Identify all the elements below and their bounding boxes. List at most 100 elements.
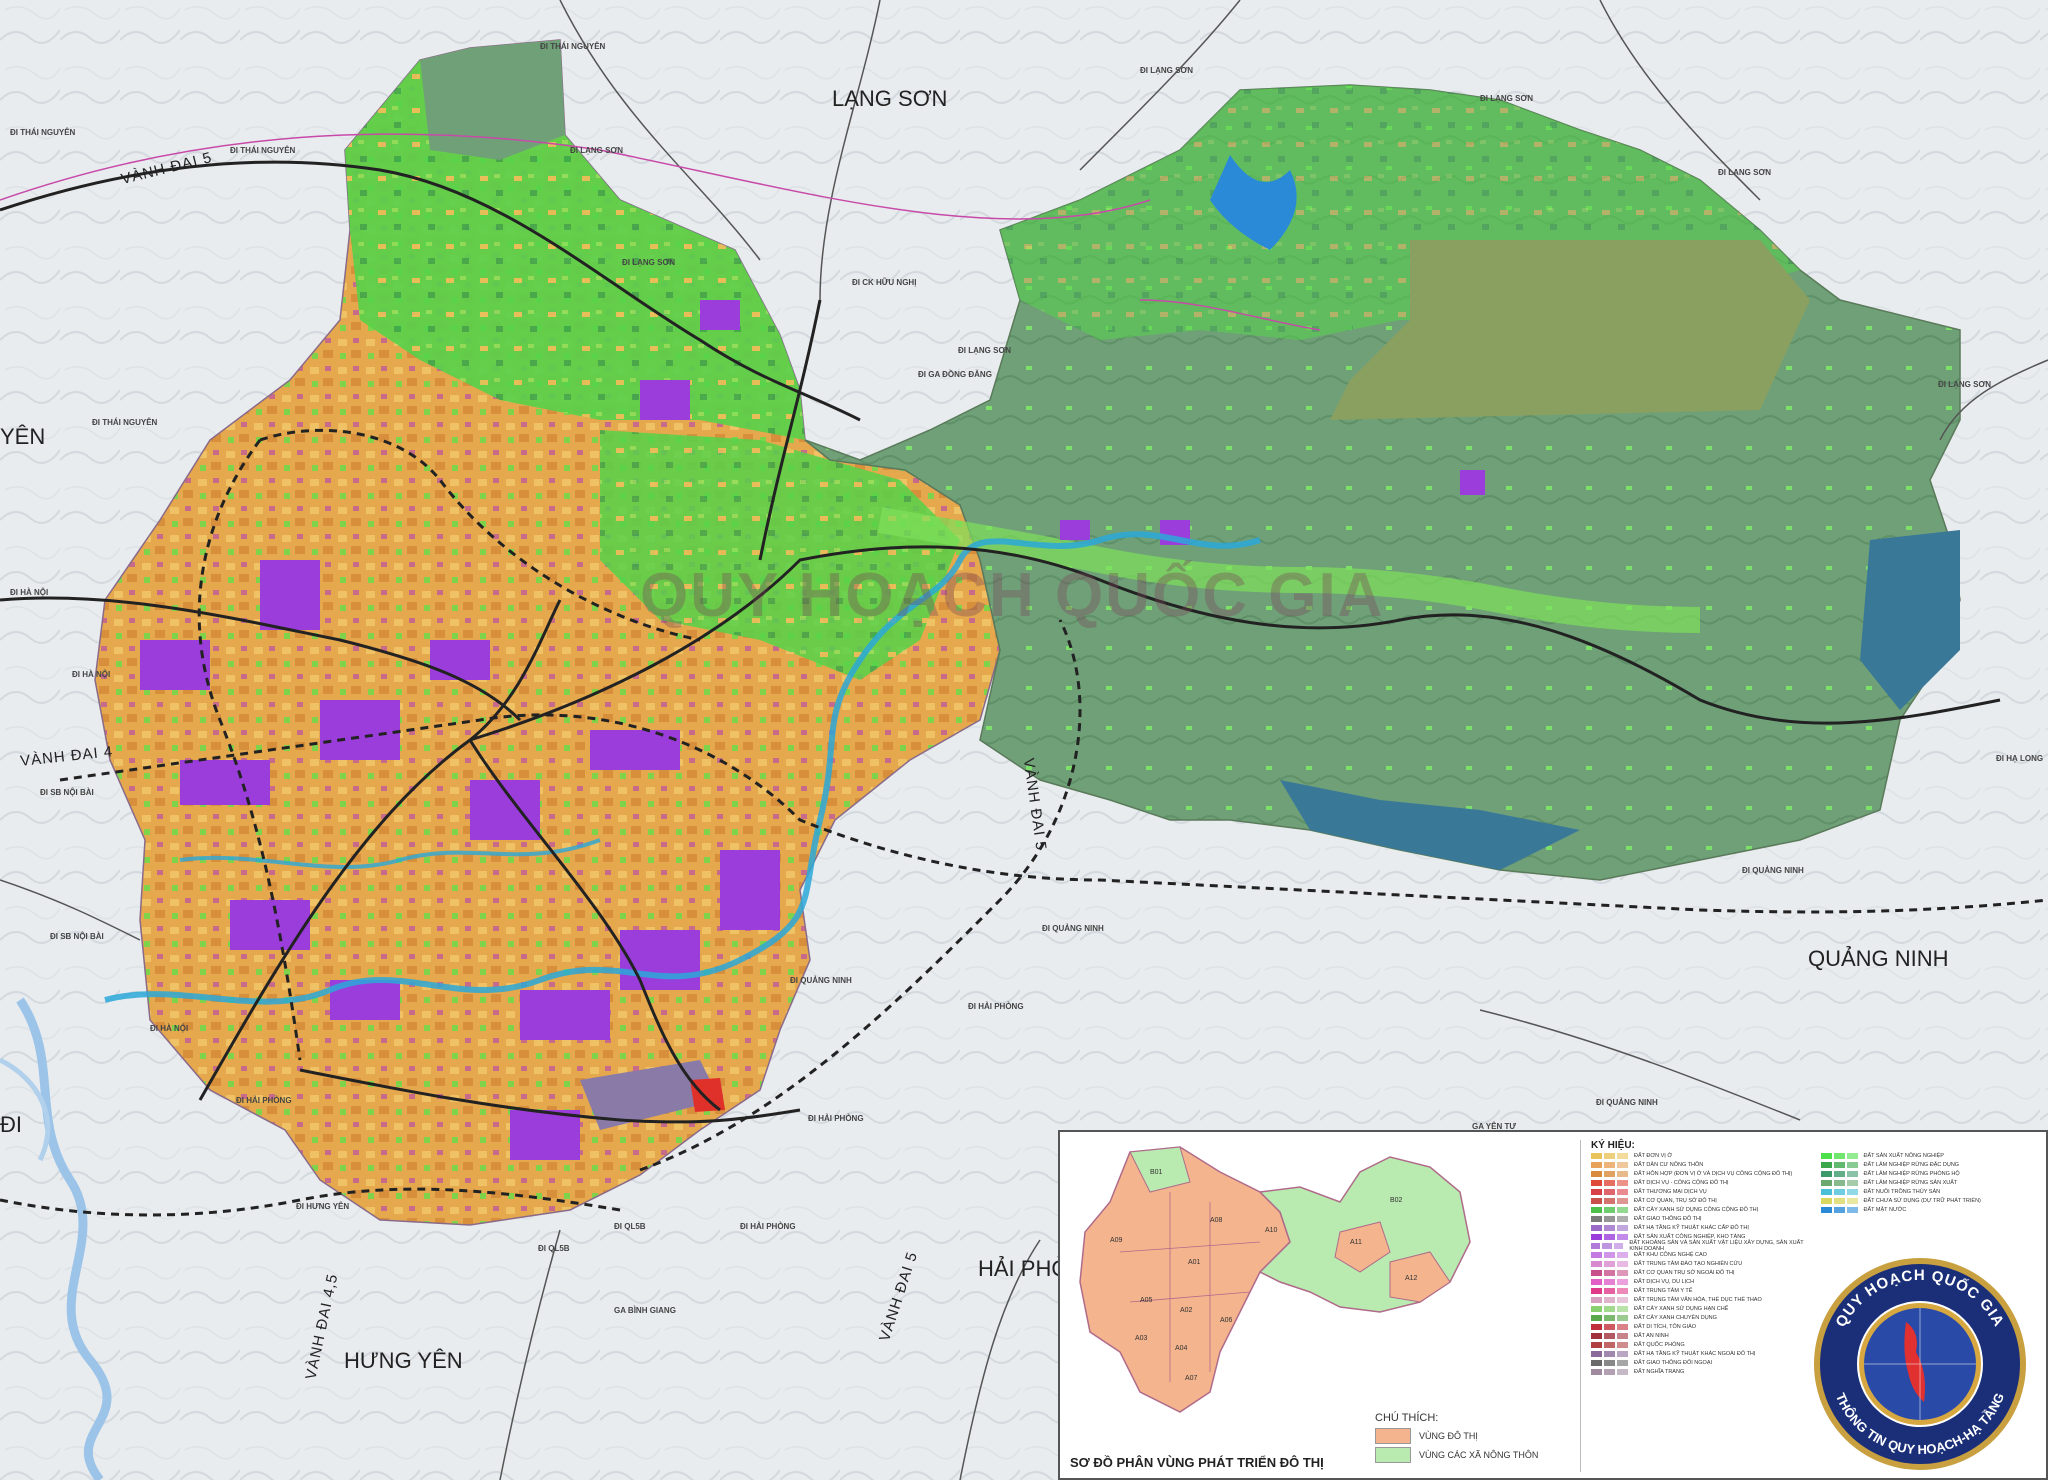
inset-legend-label: VÙNG ĐÔ THỊ — [1419, 1431, 1478, 1441]
legend-swatch — [1846, 1197, 1858, 1204]
inset-legend-label: VÙNG CÁC XÃ NÔNG THÔN — [1419, 1450, 1539, 1460]
legend-swatch — [1617, 1368, 1628, 1375]
legend-swatch — [1591, 1170, 1602, 1177]
legend-swatch — [1591, 1152, 1602, 1159]
legend-label: ĐẤT TRUNG TÂM VĂN HÓA, THỂ DỤC THỂ THAO — [1634, 1296, 1762, 1303]
legend-swatch — [1604, 1170, 1615, 1177]
legend-swatch — [1591, 1179, 1602, 1186]
legend-swatch — [1617, 1233, 1628, 1240]
legend-swatch — [1604, 1233, 1615, 1240]
destination-label: ĐI QUẢNG NINH — [1742, 866, 1804, 875]
urban-zone — [1079, 1146, 1291, 1413]
legend-swatch — [1833, 1188, 1845, 1195]
legend-swatch — [1820, 1161, 1832, 1168]
legend-swatch — [1591, 1161, 1602, 1168]
legend-swatch — [1604, 1305, 1615, 1312]
destination-label: ĐI LẠNG SƠN — [958, 346, 1012, 355]
legend-swatch — [1604, 1179, 1615, 1186]
zone-label: A05 — [1140, 1297, 1153, 1304]
destination-label: GA BÌNH GIANG — [614, 1306, 676, 1315]
destination-label: ĐI LẠNG SƠN — [570, 146, 624, 155]
destination-label: ĐI THÁI NGUYÊN — [10, 128, 76, 137]
legend-label: ĐẤT GIAO THÔNG ĐỐI NGOẠI — [1634, 1359, 1713, 1366]
legend-label: ĐẤT CÂY XANH CHUYÊN DỤNG — [1634, 1314, 1717, 1321]
legend-swatch — [1604, 1161, 1615, 1168]
legend-swatch — [1820, 1206, 1832, 1213]
destination-label: ĐI LẠNG SƠN — [622, 258, 676, 267]
legend-row: ĐẤT MẶT NƯỚC — [1820, 1205, 2041, 1214]
legend-swatch — [1846, 1170, 1858, 1177]
zone-label: B02 — [1390, 1197, 1403, 1204]
zone-label: A11 — [1350, 1239, 1362, 1246]
legend-swatch — [1591, 1350, 1602, 1357]
legend-label: ĐẤT HẠ TẦNG KỸ THUẬT KHÁC NGOÀI ĐÔ THỊ — [1634, 1350, 1756, 1357]
legend-swatch — [1604, 1341, 1615, 1348]
legend-swatch — [1846, 1152, 1858, 1159]
destination-label: ĐI HẢI PHÒNG — [808, 1114, 864, 1123]
legend-row: ĐẤT SẢN XUẤT NÔNG NGHIỆP — [1820, 1151, 2041, 1160]
zone-label: A03 — [1135, 1335, 1148, 1342]
legend-swatch — [1591, 1341, 1602, 1348]
destination-label: ĐI GA ĐỒNG ĐĂNG — [918, 370, 992, 379]
destination-label: ĐI HẠ LONG — [1996, 754, 2044, 763]
legend-swatch — [1617, 1287, 1628, 1294]
legend-row: ĐẤT HỖN HỢP (ĐƠN VỊ Ở VÀ DỊCH VỤ CÔNG CỘ… — [1591, 1169, 1811, 1178]
legend-swatch — [1604, 1188, 1615, 1195]
destination-label: ĐI QUẢNG NINH — [1596, 1098, 1658, 1107]
zone-label: A04 — [1175, 1345, 1188, 1352]
legend-label: ĐẤT THƯƠNG MẠI DỊCH VỤ — [1634, 1188, 1707, 1195]
map-stage: LẠNG SƠN QUẢNG NINH HẢI PHÒNG HƯNG YÊN Y… — [0, 0, 2048, 1480]
legend-label: ĐẤT LÂM NGHIỆP RỪNG ĐẶC DỤNG — [1863, 1161, 1960, 1168]
legend-swatch — [1604, 1215, 1615, 1222]
legend-swatch — [1846, 1188, 1858, 1195]
watermark: QUY HOẠCH QUỐC GIA — [640, 561, 1385, 630]
legend-label: ĐẤT DỊCH VỤ, DU LỊCH — [1634, 1278, 1695, 1285]
legend-label: ĐẤT GIAO THÔNG ĐÔ THỊ — [1634, 1215, 1702, 1222]
zone-label: A01 — [1188, 1259, 1201, 1266]
inset-legend: CHÚ THÍCH: VÙNG ĐÔ THỊ VÙNG CÁC XÃ NÔNG … — [1375, 1412, 1575, 1466]
legend-swatch — [1617, 1251, 1628, 1258]
inset-legend-row: VÙNG CÁC XÃ NÔNG THÔN — [1375, 1447, 1575, 1463]
legend-swatch — [1846, 1161, 1858, 1168]
legend-label: ĐẤT AN NINH — [1634, 1332, 1669, 1339]
legend-swatch — [1617, 1341, 1628, 1348]
legend-swatch — [1820, 1179, 1832, 1186]
legend-row: ĐẤT AN NINH — [1591, 1331, 1811, 1340]
legend-row: ĐẤT THƯƠNG MẠI DỊCH VỤ — [1591, 1187, 1811, 1196]
zone-label: A08 — [1210, 1217, 1223, 1224]
legend-row: ĐẤT GIAO THÔNG ĐÔ THỊ — [1591, 1214, 1811, 1223]
legend-label: ĐẤT NUÔI TRỒNG THỦY SẢN — [1863, 1188, 1941, 1195]
legend-row: ĐẤT QUỐC PHÒNG — [1591, 1340, 1811, 1349]
legend-swatch — [1591, 1323, 1602, 1330]
destination-label: ĐI LẠNG SƠN — [1140, 66, 1194, 75]
destination-label: ĐI HÀ NỘI — [72, 670, 111, 679]
legend-swatch — [1591, 1215, 1602, 1222]
destination-label: ĐI HẢI PHÒNG — [968, 1002, 1024, 1011]
legend-swatch — [1820, 1152, 1832, 1159]
legend-row: ĐẤT TRUNG TÂM ĐÀO TẠO NGHIÊN CỨU — [1591, 1259, 1811, 1268]
legend-row: ĐẤT TRUNG TÂM Y TẾ — [1591, 1286, 1811, 1295]
legend-swatch — [1375, 1447, 1411, 1463]
legend-row: ĐẤT ĐƠN VỊ Ở — [1591, 1151, 1811, 1160]
legend-row: ĐẤT DỊCH VỤ - CÔNG CỘNG ĐÔ THỊ — [1591, 1178, 1811, 1187]
zone-label: A02 — [1180, 1307, 1193, 1314]
legend-swatch — [1604, 1314, 1615, 1321]
legend-swatch — [1591, 1251, 1602, 1258]
legend-swatch — [1604, 1359, 1615, 1366]
legend-swatch — [1604, 1287, 1615, 1294]
legend-label: ĐẤT LÂM NGHIỆP RỪNG SẢN XUẤT — [1863, 1179, 1958, 1186]
legend-swatch — [1591, 1278, 1602, 1285]
legend-swatch — [1604, 1251, 1615, 1258]
legend-row: ĐẤT NGHĨA TRANG — [1591, 1367, 1811, 1376]
legend-swatch — [1613, 1242, 1624, 1249]
legend-swatch — [1833, 1161, 1845, 1168]
legend-label: ĐẤT MẶT NƯỚC — [1863, 1206, 1907, 1213]
legend-label: ĐẤT DỊCH VỤ - CÔNG CỘNG ĐÔ THỊ — [1634, 1179, 1729, 1186]
legend-swatch — [1604, 1260, 1615, 1267]
legend-swatch — [1617, 1152, 1628, 1159]
zone-label: A06 — [1220, 1317, 1233, 1324]
legend-swatch — [1604, 1206, 1615, 1213]
legend-swatch — [1846, 1179, 1858, 1186]
destination-label: ĐI THÁI NGUYÊN — [230, 146, 296, 155]
legend-swatch — [1591, 1206, 1602, 1213]
